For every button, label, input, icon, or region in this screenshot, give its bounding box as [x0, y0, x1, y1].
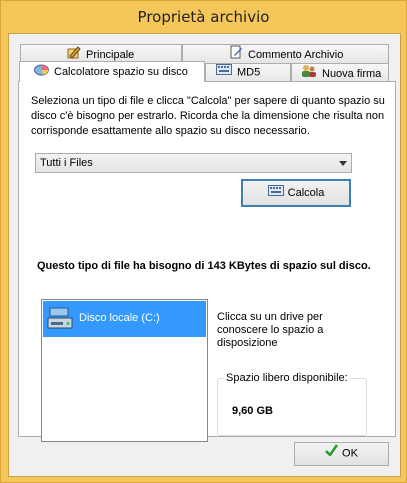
- calcola-label: Calcola: [287, 187, 325, 199]
- result-text: Questo tipo di file ha bisogno di 143 KB…: [37, 260, 371, 272]
- drive-hint: Clicca su un drive per conoscere lo spaz…: [217, 311, 324, 349]
- tab-label: Commento Archivio: [248, 48, 344, 61]
- free-space-group: Spazio libero disponibile: 9,60 GB: [217, 372, 367, 436]
- tab-label: Nuova firma: [322, 67, 382, 80]
- calcola-button[interactable]: Calcola: [241, 179, 351, 207]
- calculator-description: Seleziona un tipo di file e clicca "Calc…: [31, 95, 385, 137]
- tab-nuova-firma[interactable]: Nuova firma: [291, 63, 389, 82]
- drive-list[interactable]: Disco locale (C:): [41, 299, 208, 442]
- hard-drive-icon: [46, 306, 74, 335]
- dialog-client-area: Principale Commento Archivio Calcolatore…: [8, 33, 401, 477]
- ok-button[interactable]: OK: [294, 442, 389, 466]
- keyboard-icon: [267, 181, 284, 205]
- free-space-value: 9,60 GB: [232, 405, 273, 417]
- file-type-value: Tutti i Files: [40, 157, 93, 169]
- file-type-select[interactable]: Tutti i Files: [35, 153, 352, 173]
- tab-commento-archivio[interactable]: Commento Archivio: [182, 44, 389, 63]
- tab-calcolatore-spazio[interactable]: Calcolatore spazio su disco: [19, 61, 205, 82]
- window-title: Proprietà archivio: [137, 8, 270, 26]
- drive-item-c[interactable]: Disco locale (C:): [43, 301, 206, 337]
- chevron-down-icon: [339, 161, 347, 166]
- checkmark-icon: [325, 443, 339, 464]
- calculator-panel: Seleziona un tipo di file e clicca "Calc…: [18, 81, 396, 442]
- tab-label: MD5: [237, 66, 261, 79]
- properties-window: Proprietà archivio Principale Commento A…: [0, 0, 407, 483]
- keyboard-icon: [216, 64, 232, 81]
- disk-pie-icon: [34, 62, 49, 82]
- tab-md5[interactable]: MD5: [205, 63, 291, 82]
- tab-label: Calcolatore spazio su disco: [54, 65, 188, 78]
- ok-label: OK: [342, 447, 358, 460]
- edit-document-icon: [229, 45, 243, 65]
- tab-label: Principale: [86, 48, 135, 61]
- drive-label: Disco locale (C:): [79, 312, 160, 324]
- free-space-label: Spazio libero disponibile:: [224, 372, 350, 384]
